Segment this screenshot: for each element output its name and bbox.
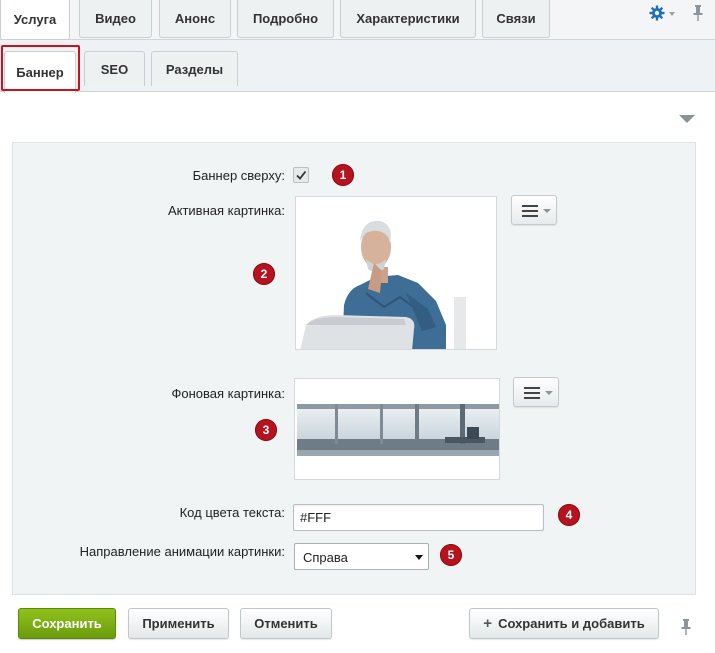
hamburger-menu-icon [524, 387, 540, 402]
anim-direction-value: Справа [303, 550, 348, 565]
number-badge-1: 1 [332, 164, 354, 186]
sub-tab-bar: Баннер SEO Разделы [0, 40, 715, 93]
active-image-menu-button[interactable] [511, 195, 557, 225]
anim-direction-label: Направление анимации картинки: [79, 544, 285, 559]
text-color-label: Код цвета текста: [179, 505, 285, 520]
tab-usluga[interactable]: Услуга [0, 0, 70, 40]
gear-icon[interactable] [649, 5, 665, 21]
text-color-input[interactable] [293, 504, 544, 531]
banner-top-checkbox[interactable] [293, 167, 309, 183]
save-and-add-button[interactable]: + Сохранить и добавить [469, 608, 659, 639]
number-badge-5: 5 [440, 544, 462, 566]
pin-icon[interactable] [680, 618, 692, 636]
man-at-laptop-image [296, 197, 496, 349]
hamburger-menu-icon [522, 205, 538, 220]
number-badge-3: 3 [255, 419, 277, 441]
select-arrow-icon [415, 555, 423, 560]
anim-direction-select[interactable]: Справа [294, 543, 429, 570]
apply-button[interactable]: Применить [128, 608, 229, 639]
pin-icon[interactable] [692, 4, 704, 22]
chevron-down-icon [543, 209, 551, 213]
tab-podrobno[interactable]: Подробно [237, 0, 334, 38]
banner-top-label: Баннер сверху: [192, 168, 285, 183]
number-badge-4: 4 [558, 504, 580, 526]
top-tab-bar: Услуга Видео Анонс Подробно Характеристи… [0, 0, 715, 40]
triangle-down-icon[interactable] [679, 115, 695, 123]
tab-anons[interactable]: Анонс [159, 0, 231, 38]
cancel-button[interactable]: Отменить [240, 608, 332, 639]
chevron-down-icon [545, 391, 553, 395]
tab-harakteristiki[interactable]: Характеристики [340, 0, 476, 38]
plus-icon: + [483, 615, 493, 632]
save-and-add-label: Сохранить и добавить [498, 616, 645, 631]
subtab-razdely[interactable]: Разделы [151, 51, 238, 86]
checkmark-icon [296, 170, 307, 180]
number-badge-2: 2 [253, 263, 275, 285]
bg-image-preview[interactable] [294, 378, 500, 480]
active-image-preview[interactable] [295, 196, 497, 350]
active-image-label: Активная картинка: [167, 203, 285, 218]
bg-image-label: Фоновая картинка: [171, 386, 285, 401]
gear-dropdown-icon[interactable] [669, 12, 675, 16]
subtab-seo[interactable]: SEO [84, 51, 145, 86]
tab-video[interactable]: Видео [79, 0, 152, 38]
office-background-image [295, 379, 499, 479]
save-button[interactable]: Сохранить [18, 608, 116, 639]
bg-image-menu-button[interactable] [513, 377, 559, 407]
tab-svyazi[interactable]: Связи [482, 0, 550, 38]
active-tab-highlight [1, 45, 80, 91]
